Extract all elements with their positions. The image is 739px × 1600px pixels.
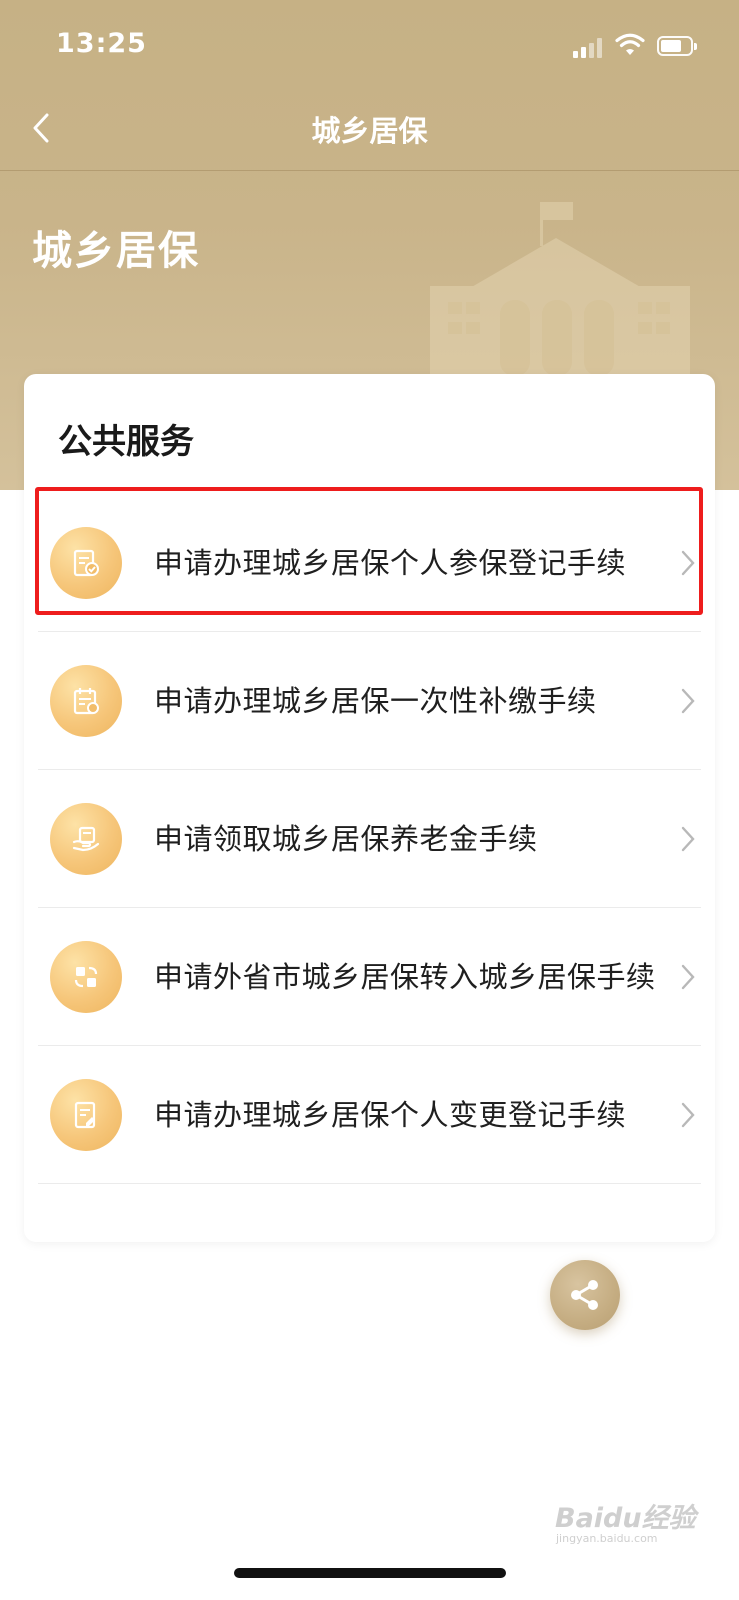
public-services-card: 公共服务 申请办理城乡居保个人参保登记手续 申请办理城乡居保一次性补缴手续 申请… (24, 374, 715, 1242)
service-item-pension[interactable]: 申请领取城乡居保养老金手续 (38, 770, 701, 908)
chevron-right-icon (681, 826, 695, 852)
cellular-signal-icon (573, 36, 605, 58)
list-item-label: 申请办理城乡居保一次性补缴手续 (154, 684, 597, 718)
status-bar: 13:25 (0, 0, 739, 90)
document-check-icon (50, 527, 122, 599)
navigation-bar: 城乡居保 (0, 90, 739, 171)
status-time: 13:25 (56, 28, 147, 59)
service-item-change-registration[interactable]: 申请办理城乡居保个人变更登记手续 (38, 1046, 701, 1184)
service-item-transfer[interactable]: 申请外省市城乡居保转入城乡居保手续 (38, 908, 701, 1046)
list-item-label: 申请办理城乡居保个人变更登记手续 (154, 1098, 627, 1132)
watermark: Baidu经验 (555, 1503, 696, 1534)
nav-title: 城乡居保 (311, 114, 428, 148)
wifi-icon (615, 32, 645, 58)
chevron-right-icon (681, 688, 695, 714)
list-item-label: 申请外省市城乡居保转入城乡居保手续 (154, 960, 656, 994)
section-title: 公共服务 (58, 422, 194, 462)
building-icon (430, 202, 690, 376)
hand-receive-icon (50, 803, 122, 875)
chevron-right-icon (681, 1102, 695, 1128)
service-item-registration[interactable]: 申请办理城乡居保个人参保登记手续 (38, 494, 701, 632)
chevron-right-icon (681, 964, 695, 990)
battery-icon (657, 36, 699, 58)
share-icon (571, 1280, 598, 1310)
list-item-label: 申请领取城乡居保养老金手续 (154, 822, 538, 856)
list-item-label: 申请办理城乡居保个人参保登记手续 (154, 546, 627, 580)
calendar-document-icon (50, 665, 122, 737)
service-item-lump-sum[interactable]: 申请办理城乡居保一次性补缴手续 (38, 632, 701, 770)
share-button[interactable] (550, 1260, 620, 1330)
document-edit-icon (50, 1079, 122, 1151)
transfer-icon (50, 941, 122, 1013)
watermark-url: jingyan.baidu.com (556, 1532, 658, 1545)
hero-title: 城乡居保 (32, 228, 200, 274)
home-indicator[interactable] (234, 1568, 506, 1578)
chevron-right-icon (681, 550, 695, 576)
